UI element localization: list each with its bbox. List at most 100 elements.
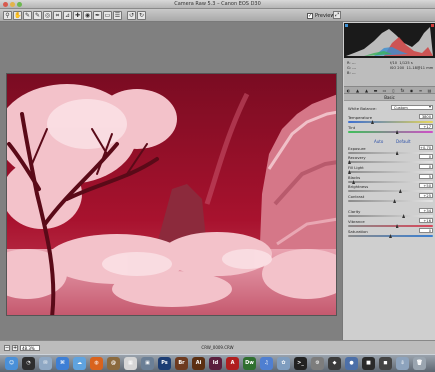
itunes-icon[interactable]: ♫ bbox=[260, 357, 273, 370]
recovery-value-field[interactable]: 0 bbox=[419, 154, 433, 159]
system-preferences-icon[interactable]: ⚙ bbox=[311, 357, 324, 370]
vibrance-slider-track[interactable] bbox=[348, 225, 433, 227]
address-book-icon[interactable]: @ bbox=[107, 357, 120, 370]
exposure-value-field[interactable]: +0.70 bbox=[419, 145, 433, 150]
preferences-glyph: ☰ bbox=[114, 12, 121, 19]
camera-raw-window: Camera Raw 5.3 – Canon EOS D30 ⚲ ✋ ✎ ✎ ◎ ⌗ ⊿ ✚ ◉… bbox=[0, 0, 435, 372]
shutter-speed: 1/125 s bbox=[399, 61, 413, 65]
contrast-slider-track[interactable] bbox=[348, 200, 433, 202]
blacks-value-field[interactable]: 5 bbox=[419, 174, 433, 179]
firefox-icon[interactable]: ◍ bbox=[90, 357, 103, 370]
vibrance-value-field[interactable]: +16 bbox=[419, 218, 433, 223]
hand-tool-icon[interactable]: ✋ bbox=[13, 11, 22, 20]
red-eye-tool-icon[interactable]: ◉ bbox=[83, 11, 92, 20]
dashboard-icon[interactable]: ◔ bbox=[22, 357, 35, 370]
adjustments-panel: R: --- G: --- B: --- f/10 1/125 s ISO 20… bbox=[342, 22, 435, 340]
white-balance-tool-icon[interactable]: ✎ bbox=[23, 11, 32, 20]
bridge-icon[interactable]: Br bbox=[175, 357, 188, 370]
photoshop-icon[interactable]: Ps bbox=[158, 357, 171, 370]
white-balance-select[interactable]: Custom bbox=[391, 105, 433, 110]
app-icon-2[interactable]: ● bbox=[345, 357, 358, 370]
temperature-value-field[interactable]: 3800 bbox=[419, 114, 433, 119]
default-link[interactable]: Default bbox=[396, 139, 411, 144]
fill-light-slider-track[interactable] bbox=[348, 171, 433, 173]
ichat-icon[interactable]: ☁ bbox=[73, 357, 86, 370]
brightness-slider-track[interactable] bbox=[348, 190, 433, 192]
finder-icon[interactable]: ☺ bbox=[5, 357, 18, 370]
white-balance-label: White Balance: bbox=[348, 106, 377, 111]
preview-image[interactable] bbox=[6, 73, 337, 316]
mail-icon[interactable]: ✉ bbox=[39, 357, 52, 370]
tab-lens-icon[interactable]: ▯ bbox=[391, 88, 396, 93]
targeted-adjustment-tool-icon[interactable]: ◎ bbox=[43, 11, 52, 20]
histogram-graph bbox=[345, 24, 434, 56]
clarity-value-field[interactable]: +34 bbox=[419, 208, 433, 213]
tab-snapshots-icon[interactable]: ▤ bbox=[427, 88, 432, 93]
rotate-left-glyph: ↺ bbox=[128, 12, 135, 19]
preferences-icon[interactable]: ☰ bbox=[113, 11, 122, 20]
file-name: CRW_0009.CRW bbox=[201, 345, 234, 350]
app-icon-4[interactable]: ◼ bbox=[379, 357, 392, 370]
brightness-value-field[interactable]: +50 bbox=[419, 183, 433, 188]
tint-slider-track[interactable] bbox=[348, 131, 433, 133]
graduated-filter-icon[interactable]: ▭ bbox=[103, 11, 112, 20]
tab-hsl-icon[interactable]: ▬ bbox=[373, 88, 378, 93]
recovery-slider-track[interactable] bbox=[348, 161, 433, 163]
fill-light-value-field[interactable]: 0 bbox=[419, 164, 433, 169]
temperature-slider-track[interactable] bbox=[348, 121, 433, 123]
preview-toggle[interactable]: ✓ Preview bbox=[307, 11, 334, 20]
spot-removal-tool-glyph: ✚ bbox=[74, 12, 81, 19]
crop-tool-glyph: ⌗ bbox=[55, 12, 60, 19]
zoom-tool-icon[interactable]: ⚲ bbox=[3, 11, 12, 20]
clarity-slider-track[interactable] bbox=[348, 215, 433, 217]
exposure-label: Exposure bbox=[348, 146, 366, 151]
lens: 11-18@11 mm bbox=[406, 66, 434, 70]
tab-basic-icon[interactable]: ◐ bbox=[346, 88, 351, 93]
tab-tone-curve-icon[interactable]: ▲ bbox=[355, 88, 360, 93]
panel-tabs: ◐ ▲ ▲ ▬ ▭ ▯ fx ◉ ≡ ▤ bbox=[344, 86, 435, 94]
crop-tool-icon[interactable]: ⌗ bbox=[53, 11, 62, 20]
histogram bbox=[344, 23, 435, 58]
safari-icon[interactable]: ⌘ bbox=[56, 357, 69, 370]
fill-light-label: Fill Light bbox=[348, 165, 364, 170]
contrast-value-field[interactable]: +25 bbox=[419, 193, 433, 198]
tab-presets-icon[interactable]: ≡ bbox=[418, 88, 423, 93]
terminal-icon[interactable]: >_ bbox=[294, 357, 307, 370]
straighten-tool-icon[interactable]: ⊿ bbox=[63, 11, 72, 20]
temperature-label: Temperature bbox=[348, 115, 373, 120]
iphoto-icon[interactable]: ✿ bbox=[277, 357, 290, 370]
rotate-left-icon[interactable]: ↺ bbox=[127, 11, 136, 20]
rotate-right-icon[interactable]: ↻ bbox=[137, 11, 146, 20]
adjustment-brush-icon[interactable]: ✒ bbox=[93, 11, 102, 20]
recovery-label: Recovery bbox=[348, 155, 366, 160]
ical-icon[interactable]: ▦ bbox=[124, 357, 137, 370]
red-eye-tool-glyph: ◉ bbox=[84, 12, 91, 19]
tab-effects-icon[interactable]: fx bbox=[400, 88, 405, 93]
spot-removal-tool-icon[interactable]: ✚ bbox=[73, 11, 82, 20]
acrobat-icon[interactable]: A bbox=[226, 357, 239, 370]
tint-label: Tint bbox=[348, 125, 356, 130]
tab-split-toning-icon[interactable]: ▭ bbox=[382, 88, 387, 93]
tab-detail-icon[interactable]: ▲ bbox=[364, 88, 369, 93]
auto-link[interactable]: Auto bbox=[374, 139, 383, 144]
preview-checkbox[interactable]: ✓ bbox=[307, 12, 313, 19]
downloads-stack-icon[interactable]: ⇩ bbox=[396, 357, 409, 370]
fullscreen-toggle-icon[interactable]: ⤢ bbox=[333, 11, 341, 19]
targeted-adjustment-tool-glyph: ◎ bbox=[44, 12, 51, 19]
indesign-icon[interactable]: Id bbox=[209, 357, 222, 370]
graduated-filter-glyph: ▭ bbox=[104, 12, 111, 19]
illustrator-icon[interactable]: Ai bbox=[192, 357, 205, 370]
basic-section-header: Basic bbox=[344, 94, 435, 101]
tint-value-field[interactable]: +17 bbox=[419, 124, 433, 129]
dreamweaver-icon[interactable]: Dw bbox=[243, 357, 256, 370]
dock: ☺ ◔ ✉ ⌘ ☁ ◍ @ ▦ ▣ Ps Br Ai Id A Dw ♫ ✿ >_ ⚙ ◆ ● ■ ◼ ⇩ 🗑 bbox=[0, 354, 435, 372]
app-icon-3[interactable]: ■ bbox=[362, 357, 375, 370]
tab-camera-calibration-icon[interactable]: ◉ bbox=[409, 88, 414, 93]
image-canvas[interactable] bbox=[0, 22, 342, 340]
vibrance-label: Vibrance bbox=[348, 219, 365, 224]
app-icon-1[interactable]: ◆ bbox=[328, 357, 341, 370]
saturation-value-field[interactable]: 0 bbox=[419, 228, 433, 233]
preview-icon[interactable]: ▣ bbox=[141, 357, 154, 370]
trash-icon[interactable]: 🗑 bbox=[413, 357, 426, 370]
color-sampler-tool-icon[interactable]: ✎ bbox=[33, 11, 42, 20]
